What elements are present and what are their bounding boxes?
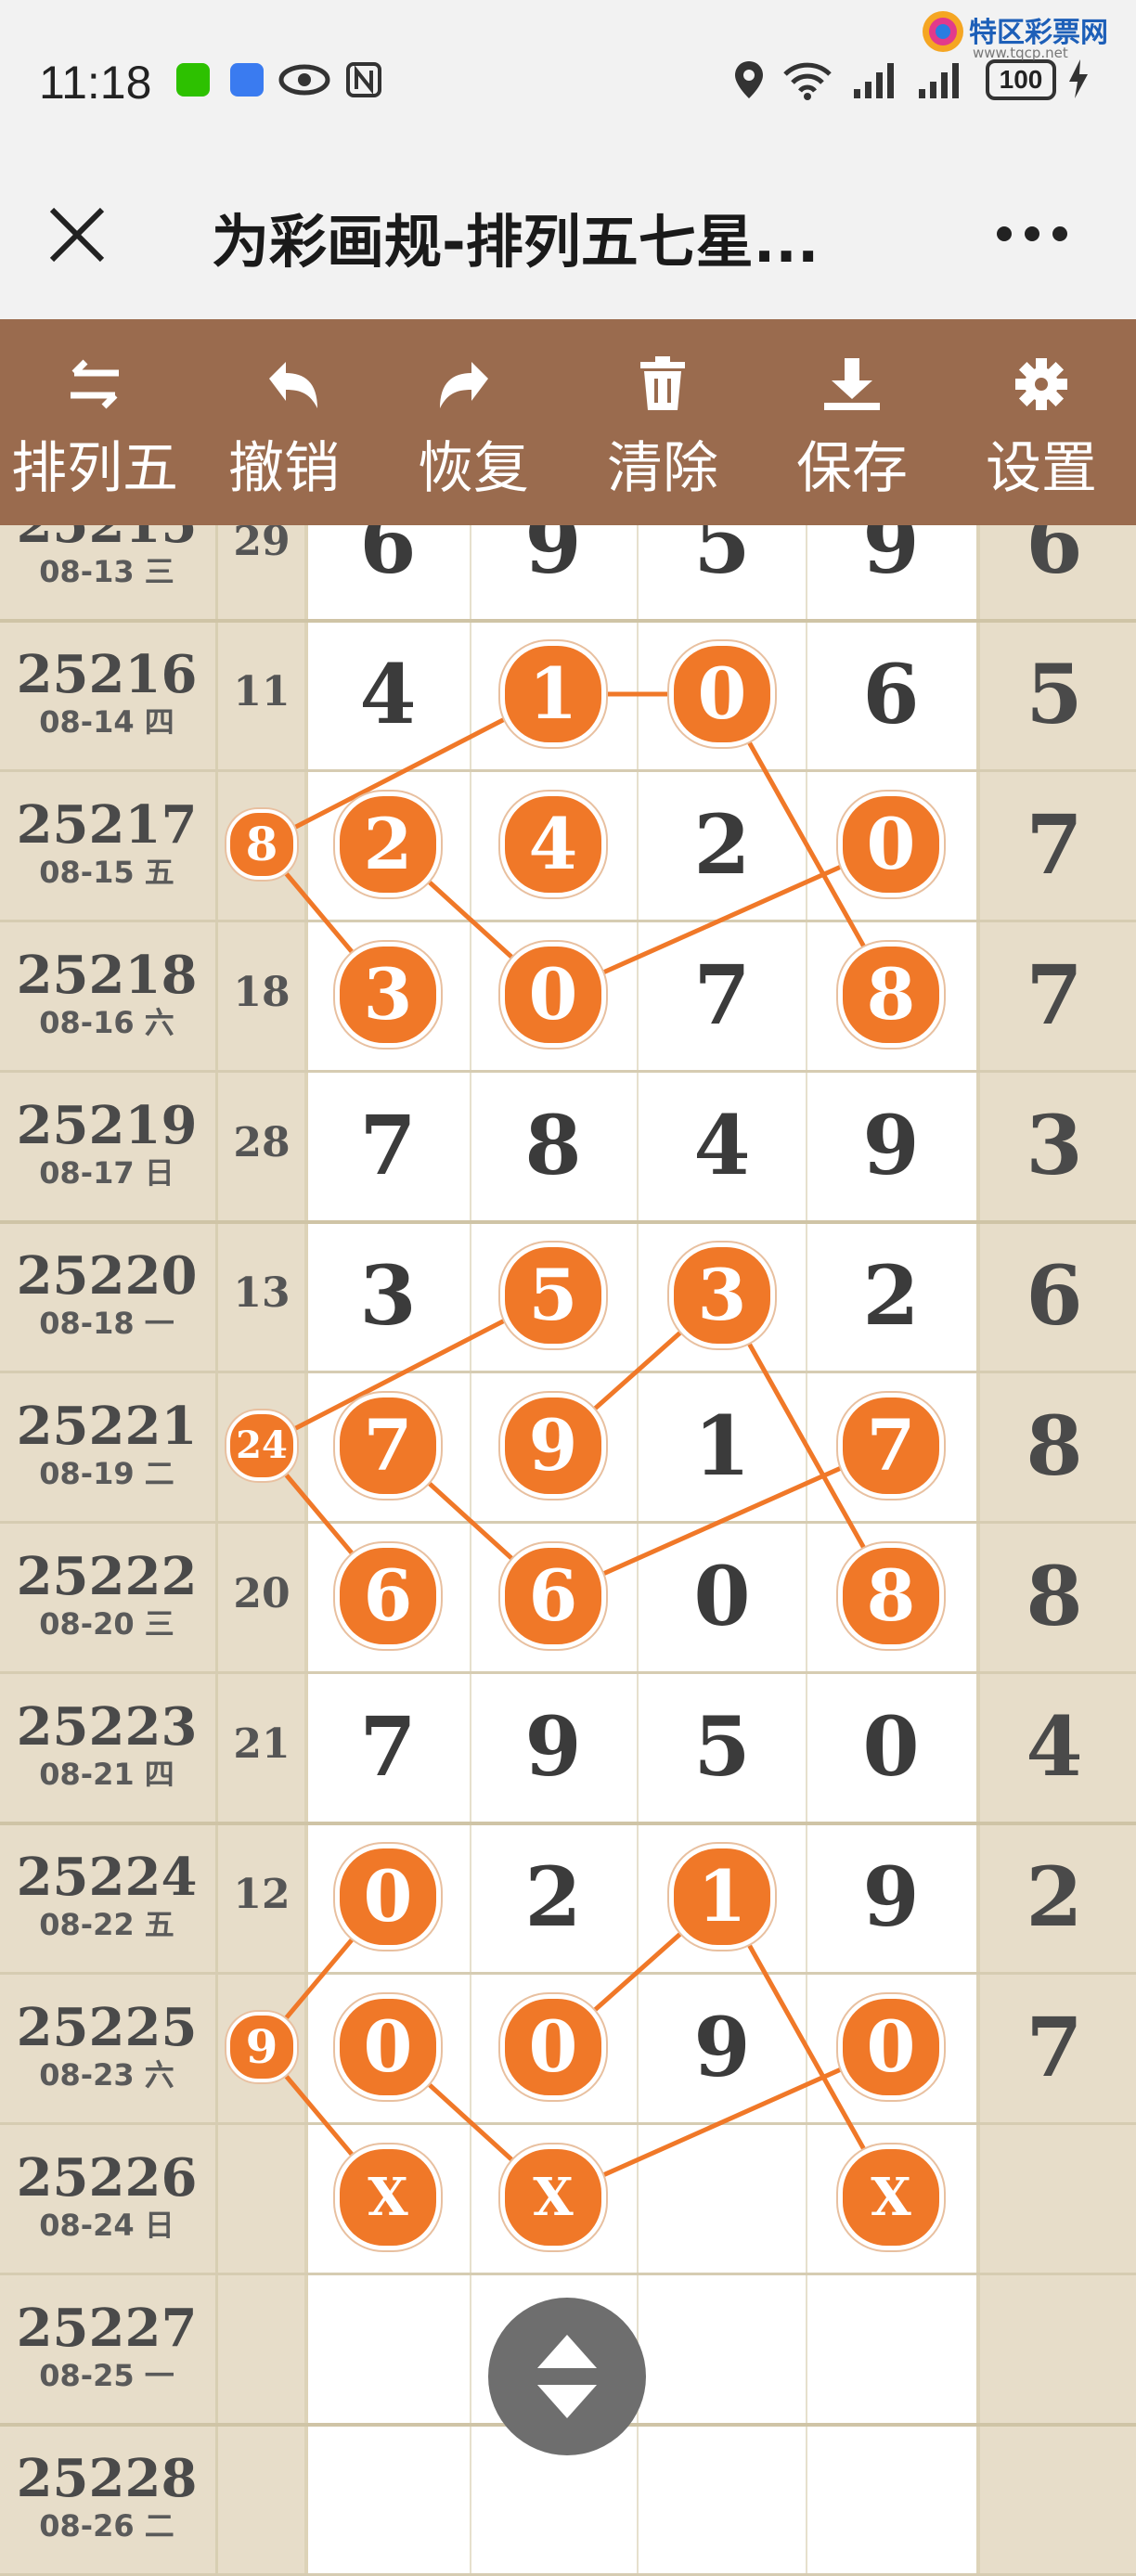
signal-icon-2: [919, 63, 959, 98]
digit-ball[interactable]: 7: [335, 1393, 441, 1499]
toolbar-label-clear: 清除: [607, 436, 718, 501]
status-time: 11:18: [39, 57, 152, 109]
digit-ball[interactable]: 1: [500, 641, 606, 747]
toolbar-label-redo: 恢复: [418, 436, 529, 501]
toolbar-clear-button[interactable]: 清除: [570, 319, 755, 525]
digit-ball[interactable]: 0: [838, 792, 944, 897]
digit-ball[interactable]: 5: [500, 1243, 606, 1348]
digit-ball[interactable]: 6: [500, 1543, 606, 1649]
app-notification-icon: [230, 63, 264, 97]
signal-icon: [854, 63, 894, 98]
trash-icon: [640, 356, 685, 410]
digit-ball[interactable]: 0: [500, 1994, 606, 2100]
watermark-logo: 特区彩票网 www.tqcp.net: [917, 6, 1130, 61]
charging-icon: [1069, 59, 1088, 98]
more-icon[interactable]: [993, 223, 1071, 245]
digit-ball[interactable]: 0: [838, 1994, 944, 2100]
digit-ball[interactable]: 0: [335, 1994, 441, 2100]
digit-ball[interactable]: X: [500, 2145, 606, 2250]
toolbar-settings-button[interactable]: 设置: [949, 319, 1134, 525]
battery-indicator: 100: [986, 59, 1056, 100]
digit-ball[interactable]: 6: [335, 1543, 441, 1649]
digit-ball[interactable]: 8: [838, 942, 944, 1048]
digit-ball[interactable]: 9: [500, 1393, 606, 1499]
digit-ball[interactable]: 3: [669, 1243, 775, 1348]
close-icon[interactable]: [46, 204, 108, 265]
toolbar-label-save: 保存: [796, 436, 908, 501]
digit-ball[interactable]: 7: [838, 1393, 944, 1499]
page-title: 为彩画规-排列五七星...: [212, 208, 820, 276]
toolbar-switch-button[interactable]: 排列五: [2, 319, 187, 525]
digit-ball[interactable]: 1: [669, 1844, 775, 1950]
toolbar-label-undo: 撤销: [228, 436, 340, 501]
toolbar-redo-button[interactable]: 恢复: [381, 319, 566, 525]
wifi-icon: [783, 62, 832, 100]
status-bar: 11:18 100 特区彩票网 www.tqcp.net: [0, 0, 1136, 158]
digit-ball[interactable]: X: [838, 2145, 944, 2250]
sum-ball[interactable]: 9: [226, 2012, 297, 2082]
toolbar-undo-button[interactable]: 撤销: [191, 319, 377, 525]
toolbar-label-settings: 设置: [986, 436, 1097, 501]
eye-icon: [278, 64, 330, 96]
toolbar: 排列五 撤销 恢复 清除 保存 设置: [0, 319, 1136, 525]
digit-ball[interactable]: 0: [669, 641, 775, 747]
digit-ball[interactable]: 4: [500, 792, 606, 897]
redo-icon: [440, 362, 488, 408]
digit-ball[interactable]: 0: [500, 942, 606, 1048]
gear-icon: [1015, 358, 1067, 410]
download-icon: [824, 358, 880, 410]
wechat-icon: [176, 63, 210, 97]
battery-level: 100: [999, 65, 1043, 94]
logo-icon: [923, 11, 963, 52]
watermark-url: www.tqcp.net: [973, 45, 1068, 61]
digit-ball[interactable]: 2: [335, 792, 441, 897]
sum-ball[interactable]: 24: [226, 1410, 297, 1481]
swap-icon: [71, 359, 119, 409]
scroll-toggle-button[interactable]: [488, 2298, 646, 2455]
digit-ball[interactable]: 0: [335, 1844, 441, 1950]
toolbar-save-button[interactable]: 保存: [759, 319, 945, 525]
undo-icon: [269, 362, 317, 408]
toolbar-label-switch: 排列五: [11, 436, 178, 501]
nfc-icon: [346, 62, 381, 97]
digit-ball[interactable]: X: [335, 2145, 441, 2250]
digit-ball[interactable]: 3: [335, 942, 441, 1048]
sum-ball[interactable]: 8: [226, 809, 297, 880]
location-icon: [735, 61, 763, 98]
scroll-up-down-icon: [537, 2335, 597, 2418]
title-bar: 为彩画规-排列五七星...: [0, 158, 1136, 319]
digit-ball[interactable]: 8: [838, 1543, 944, 1649]
